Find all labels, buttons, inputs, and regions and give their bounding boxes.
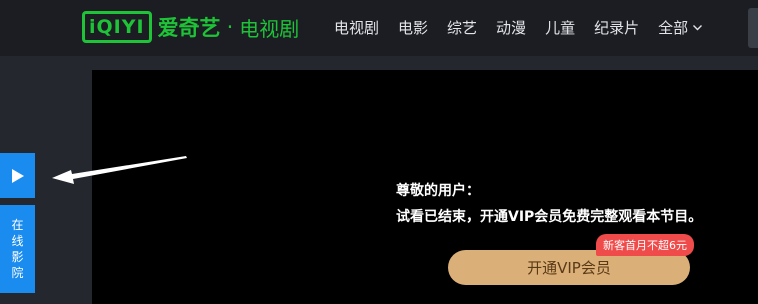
logo-separator: · [226,15,234,39]
top-nav-bar: iQIYI 爱奇艺 · 电视剧 电视剧 电影 综艺 动漫 儿童 纪录片 全部 [0,0,758,56]
nav-all-label: 全部 [658,18,689,37]
cinema-char-4: 院 [11,266,24,280]
nav-item-all[interactable]: 全部 [658,17,703,38]
iqiyi-logo[interactable]: iQIYI 爱奇艺 · 电视剧 [82,8,299,46]
chevron-down-icon [693,24,703,30]
online-cinema-button[interactable]: 在 线 影 院 [0,205,35,293]
cinema-char-1: 在 [11,218,24,232]
side-play-button[interactable] [0,153,35,198]
promo-badge: 新客首月不超6元 [596,234,694,256]
logo-section-text: 电视剧 [239,16,300,41]
video-player[interactable]: 尊敬的用户： 试看已结束，开通VIP会员免费完整观看本节目。 开通VIP会员 新… [92,70,758,304]
nav-item-tv[interactable]: 电视剧 [334,17,379,38]
trial-ended-greeting: 尊敬的用户： [396,183,480,199]
nav-item-variety[interactable]: 综艺 [447,17,477,38]
cinema-char-3: 影 [11,250,24,264]
nav-item-movie[interactable]: 电影 [398,17,428,38]
nav-item-kids[interactable]: 儿童 [545,17,575,38]
play-icon [11,168,24,183]
pointer-arrow-icon [52,156,187,184]
nav-item-documentary[interactable]: 纪录片 [594,17,639,38]
category-nav: 电视剧 电影 综艺 动漫 儿童 纪录片 全部 [334,16,703,38]
logo-mark: iQIYI [82,11,152,43]
logo-brand-text: 爱奇艺 [157,16,221,40]
trial-ended-message: 试看已结束，开通VIP会员免费完整观看本节目。 [396,209,703,225]
cinema-char-2: 线 [11,234,24,248]
nav-item-anime[interactable]: 动漫 [496,17,526,38]
user-area-button[interactable] [748,8,758,48]
